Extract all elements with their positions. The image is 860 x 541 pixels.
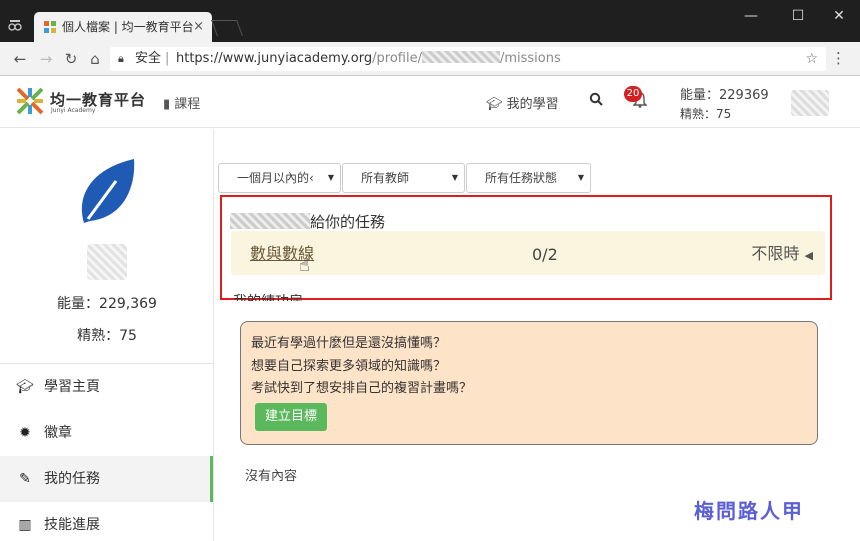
sidebar-item-label: 學習主頁: [44, 379, 100, 395]
caret-down-icon: ▼: [327, 173, 334, 182]
graduation-cap-icon: 🎓︎: [16, 379, 34, 395]
lock-icon: 🔒︎: [118, 52, 124, 65]
bar-chart-icon: ▥: [18, 517, 32, 533]
logo-subtitle: Junyi Academy: [51, 107, 96, 114]
browser-titlebar: 個人檔案 | 均一教育平台 × — ☐ ✕: [0, 0, 860, 42]
time-filter-select[interactable]: 一個月以內的‹ ▼: [218, 163, 341, 193]
nav-my-learning[interactable]: 🎓︎ 我的學習: [486, 93, 559, 112]
home-icon[interactable]: ⌂: [85, 49, 105, 69]
goal-prompt-line: 最近有學過什麼但是還沒搞懂嗎？: [251, 336, 447, 351]
url-text: https://www.junyiacademy.org/profile//mi…: [176, 51, 561, 66]
sidebar-mastery: 精熟：75: [77, 328, 137, 344]
teacher-filter-select[interactable]: 所有教師 ▼: [342, 163, 465, 193]
status-filter-select[interactable]: 所有任務狀態 ▼: [466, 163, 591, 193]
address-bar[interactable]: 🔒︎ 安全 | https://www.junyiacademy.org/pro…: [110, 47, 826, 71]
tab-title: 個人檔案 | 均一教育平台: [62, 20, 194, 34]
sidebar-item-learning-home[interactable]: 🎓︎ 學習主頁: [0, 364, 213, 410]
create-goal-button[interactable]: 建立目標: [255, 403, 327, 431]
reload-icon[interactable]: ↻: [61, 49, 81, 69]
maximize-icon[interactable]: ☐: [787, 6, 809, 26]
mission-time-limit[interactable]: 不限時 ◀: [751, 240, 813, 264]
badge-icon: ✹: [19, 425, 31, 441]
pencil-icon: ✎: [19, 471, 31, 487]
graduation-cap-icon: 🎓︎: [486, 97, 507, 112]
notification-badge[interactable]: 20: [624, 86, 642, 102]
header-mastery: 精熟：75: [680, 107, 732, 121]
goal-prompt-box: 最近有學過什麼但是還沒搞懂嗎？ 想要自己探索更多領域的知識嗎？ 考試快到了想安排…: [240, 321, 818, 445]
goal-prompt-line: 考試快到了想安排自己的複習計畫嗎？: [251, 381, 473, 396]
mission-row[interactable]: 數與數線 0/2 不限時 ◀: [231, 231, 825, 275]
caret-down-icon: ▼: [577, 173, 584, 182]
star-icon[interactable]: ☆: [805, 47, 818, 71]
book-icon: ▮: [163, 97, 175, 112]
minimize-icon[interactable]: —: [740, 6, 762, 26]
new-tab-button[interactable]: [211, 20, 243, 36]
watermark: 梅問路人甲: [694, 499, 804, 523]
junyi-favicon-icon: [44, 21, 56, 33]
secure-label: 安全: [135, 51, 162, 66]
back-icon[interactable]: ←: [10, 49, 30, 69]
hand-cursor-icon: ☝︎: [299, 255, 310, 276]
tab-close-icon[interactable]: ×: [193, 12, 204, 42]
goal-prompt-line: 想要自己探索更多領域的知識嗎？: [251, 359, 447, 374]
sidebar-item-skill-progress[interactable]: ▥ 技能進展: [0, 502, 213, 541]
browser-toolbar: ← → ↻ ⌂ 🔒︎ 安全 | https://www.junyiacademy…: [0, 42, 860, 76]
search-icon[interactable]: [589, 92, 603, 110]
sidebar-energy: 能量：229,369: [57, 296, 157, 312]
sidebar-item-label: 徽章: [44, 425, 72, 441]
kebab-icon[interactable]: ⋮: [831, 49, 846, 67]
sidebar-item-label: 我的任務: [44, 471, 100, 487]
forward-icon[interactable]: →: [36, 49, 56, 69]
assigned-missions-title: 給你的任務: [230, 211, 385, 232]
avatar[interactable]: [791, 90, 829, 116]
sidebar-item-missions[interactable]: ✎ 我的任務: [0, 456, 213, 502]
practice-room-heading: 我的練功房: [233, 291, 303, 301]
junyi-logo-icon[interactable]: [15, 86, 45, 116]
leaf-avatar-icon: [81, 159, 135, 223]
profile-name: [87, 244, 127, 280]
browser-tab[interactable]: 個人檔案 | 均一教育平台 ×: [34, 12, 212, 42]
address-separator: |: [165, 51, 170, 66]
sidebar-item-badges[interactable]: ✹ 徽章: [0, 410, 213, 456]
sidebar-item-label: 技能進展: [44, 517, 100, 533]
teacher-name: [230, 213, 310, 229]
mission-progress: 0/2: [532, 245, 558, 264]
close-icon[interactable]: ✕: [828, 6, 850, 26]
header-energy: 能量：229369: [680, 88, 769, 103]
empty-state-text: 沒有內容: [245, 469, 298, 484]
profile-sidebar: 能量：229,369 精熟：75 🎓︎ 學習主頁 ✹ 徽章 ✎ 我的任務 ▥ 技…: [0, 129, 214, 541]
caret-down-icon: ▼: [451, 173, 458, 182]
browser-menu-icon[interactable]: [8, 18, 22, 32]
caret-left-icon: ◀: [804, 249, 813, 262]
site-header: 均一教育平台 Junyi Academy ▮ 課程 🎓︎ 我的學習 20 能量：…: [0, 76, 860, 128]
nav-courses[interactable]: ▮ 課程: [163, 93, 200, 112]
